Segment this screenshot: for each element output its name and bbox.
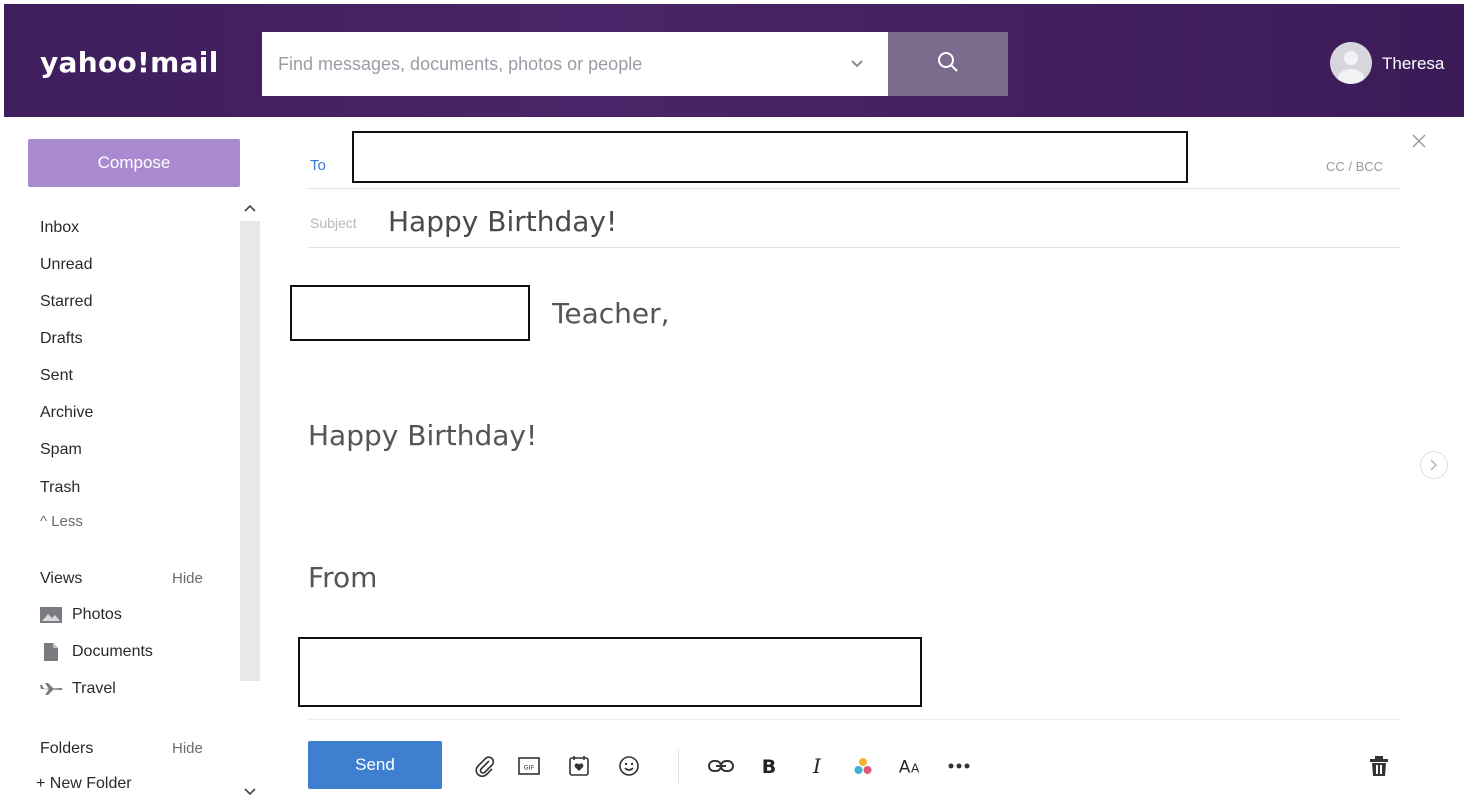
svg-text:A: A	[911, 762, 920, 776]
document-icon	[40, 643, 62, 661]
view-item-photos[interactable]: Photos	[40, 606, 122, 624]
search-icon	[936, 50, 960, 79]
to-label: To	[310, 157, 326, 174]
folders-hide-link[interactable]: Hide	[172, 740, 203, 757]
sidebar-item-starred[interactable]: Starred	[40, 293, 92, 311]
sticker-icon[interactable]	[566, 753, 592, 779]
subject-field[interactable]: Happy Birthday!	[388, 205, 1188, 238]
divider	[308, 247, 1400, 248]
search-input[interactable]	[262, 32, 888, 96]
view-item-label: Travel	[72, 680, 116, 697]
sidebar-item-trash[interactable]: Trash	[40, 479, 80, 497]
sidebar-item-spam[interactable]: Spam	[40, 441, 82, 459]
close-icon[interactable]	[1412, 131, 1426, 154]
chevron-up-icon[interactable]	[244, 201, 256, 215]
chevron-down-icon[interactable]	[244, 785, 256, 799]
view-item-label: Documents	[72, 643, 153, 660]
svg-text:I: I	[812, 756, 822, 776]
svg-text:GIF: GIF	[524, 764, 535, 772]
sidebar-scrollbar[interactable]	[240, 221, 260, 681]
more-icon[interactable]	[946, 753, 972, 779]
emoji-icon[interactable]	[616, 753, 642, 779]
bold-icon[interactable]: B	[756, 753, 782, 779]
photo-icon	[40, 607, 62, 623]
gif-icon[interactable]: GIF	[516, 753, 542, 779]
less-link[interactable]: ^ Less	[40, 513, 83, 530]
svg-text:A: A	[899, 757, 911, 777]
sidebar: Compose Inbox Unread Starred Drafts Sent…	[4, 117, 260, 804]
folders-title: Folders	[40, 740, 94, 757]
chevron-right-icon[interactable]	[1420, 451, 1448, 479]
sidebar-item-sent[interactable]: Sent	[40, 367, 73, 385]
signature-blank-box[interactable]	[298, 637, 922, 707]
view-item-label: Photos	[72, 606, 122, 623]
attachment-icon[interactable]	[472, 753, 498, 779]
divider	[308, 719, 1400, 720]
yahoo-mail-logo[interactable]: yahoo!mail	[40, 46, 219, 79]
new-folder-link[interactable]: + New Folder	[36, 775, 132, 793]
font-size-icon[interactable]: AA	[898, 753, 924, 779]
link-icon[interactable]	[708, 753, 734, 779]
compose-button[interactable]: Compose	[28, 139, 240, 187]
views-hide-link[interactable]: Hide	[172, 570, 203, 587]
avatar[interactable]	[1330, 42, 1372, 84]
message-body-text: Happy Birthday!	[308, 419, 538, 452]
subject-label: Subject	[310, 215, 357, 231]
divider	[308, 188, 1400, 189]
top-header: yahoo!mail Theresa	[4, 4, 1464, 117]
compose-panel: To CC / BCC Subject Happy Birthday! Teac…	[260, 117, 1464, 804]
sidebar-item-archive[interactable]: Archive	[40, 404, 93, 422]
closing-text: From	[308, 561, 378, 594]
view-item-travel[interactable]: Travel	[40, 680, 116, 698]
user-icon	[1330, 42, 1372, 84]
chevron-down-icon[interactable]	[846, 54, 868, 74]
views-title: Views	[40, 570, 83, 587]
toolbar-divider	[678, 749, 679, 783]
sidebar-item-inbox[interactable]: Inbox	[40, 219, 79, 237]
search-button[interactable]	[888, 32, 1008, 96]
view-item-documents[interactable]: Documents	[40, 643, 153, 661]
to-field[interactable]	[352, 131, 1188, 183]
plane-icon	[40, 681, 62, 697]
sidebar-item-drafts[interactable]: Drafts	[40, 330, 83, 348]
italic-icon[interactable]: I	[804, 753, 830, 779]
cc-bcc-link[interactable]: CC / BCC	[1326, 159, 1383, 174]
trash-icon[interactable]	[1366, 753, 1392, 779]
greeting-blank-box[interactable]	[290, 285, 530, 341]
sidebar-item-unread[interactable]: Unread	[40, 256, 92, 274]
svg-text:B: B	[762, 756, 776, 776]
user-name[interactable]: Theresa	[1382, 54, 1444, 74]
color-palette-icon[interactable]	[850, 753, 876, 779]
send-button[interactable]: Send	[308, 741, 442, 789]
greeting-text: Teacher,	[552, 297, 670, 330]
